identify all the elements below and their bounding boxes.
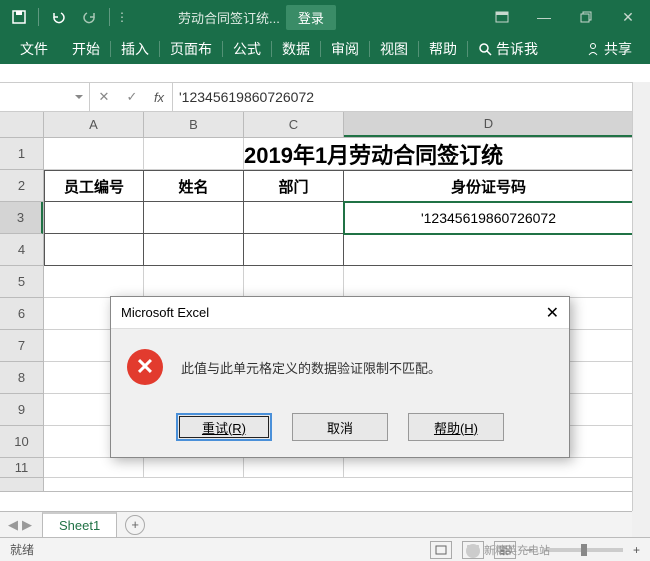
row-header[interactable]: 2 [0, 170, 43, 202]
cell[interactable] [144, 234, 244, 266]
row-header[interactable]: 10 [0, 426, 43, 458]
dialog-title: Microsoft Excel [121, 305, 209, 320]
dialog-message: 此值与此单元格定义的数据验证限制不匹配。 [181, 358, 441, 377]
cell[interactable] [144, 138, 244, 170]
cancel-button[interactable]: 取消 [292, 413, 388, 441]
row-header[interactable]: 5 [0, 266, 43, 298]
dialog-titlebar[interactable]: Microsoft Excel ✕ [111, 297, 569, 329]
add-sheet-button[interactable]: + [125, 515, 145, 535]
select-all-corner[interactable] [0, 112, 44, 138]
tab-insert[interactable]: 插入 [111, 34, 159, 64]
titlebar: ⋮ 劳动合同签订统... 登录 — ✕ [0, 0, 650, 34]
row-header[interactable]: 3 [0, 202, 43, 234]
cell[interactable] [44, 234, 144, 266]
header-cell[interactable]: 员工编号 [44, 171, 144, 202]
tab-review[interactable]: 审阅 [321, 34, 369, 64]
help-button[interactable]: 帮助(H) [408, 413, 504, 441]
formula-bar: ✕ ✓ fx '12345619860726072 [0, 82, 650, 112]
header-cell[interactable]: 身份证号码 [344, 171, 634, 202]
cell[interactable] [144, 266, 244, 298]
cell[interactable] [44, 138, 144, 170]
close-button[interactable]: ✕ [610, 3, 646, 31]
cell[interactable] [244, 266, 344, 298]
tab-data[interactable]: 数据 [272, 34, 320, 64]
quick-access-toolbar: ⋮ [4, 3, 130, 31]
share-label: 共享 [604, 39, 632, 59]
col-header-c[interactable]: C [244, 112, 344, 137]
cell[interactable] [344, 458, 634, 478]
status-bar: 就绪 − + [0, 537, 650, 561]
horizontal-scrollbar[interactable] [632, 511, 650, 537]
error-icon: ✕ [127, 349, 163, 385]
share-button[interactable]: 共享 [574, 34, 644, 64]
col-header-a[interactable]: A [44, 112, 144, 137]
qat-customize[interactable]: ⋮ [114, 3, 130, 31]
fx-icon[interactable]: fx [146, 83, 172, 111]
zoom-slider[interactable] [543, 548, 623, 552]
cell[interactable] [44, 202, 144, 234]
header-cell[interactable]: 部门 [244, 171, 344, 202]
tab-file[interactable]: 文件 [6, 34, 62, 64]
col-header-b[interactable]: B [144, 112, 244, 137]
cancel-formula-button[interactable]: ✕ [90, 83, 118, 111]
watermark-icon [466, 544, 480, 558]
tab-layout[interactable]: 页面布 [160, 34, 222, 64]
redo-button[interactable] [75, 3, 105, 31]
save-button[interactable] [4, 3, 34, 31]
tab-formulas[interactable]: 公式 [223, 34, 271, 64]
retry-button[interactable]: 重试(R) [176, 413, 272, 441]
ribbon-display-options[interactable] [484, 3, 520, 31]
column-headers: A B C D [44, 112, 650, 138]
cell[interactable] [344, 234, 634, 266]
vertical-scrollbar[interactable] [632, 82, 650, 511]
enter-formula-button[interactable]: ✓ [118, 83, 146, 111]
dialog-close-button[interactable]: ✕ [546, 303, 559, 323]
tab-help[interactable]: 帮助 [419, 34, 467, 64]
tab-view[interactable]: 视图 [370, 34, 418, 64]
sheet-tabs-bar: ◀▶ Sheet1 + [0, 511, 632, 537]
cell[interactable] [44, 458, 144, 478]
document-title: 劳动合同签订统... [178, 8, 280, 27]
row-header[interactable]: 9 [0, 394, 43, 426]
minimize-button[interactable]: — [526, 3, 562, 31]
ribbon-tabs: 文件 开始 插入 页面布 公式 数据 审阅 视图 帮助 告诉我 共享 [0, 34, 650, 64]
row-header[interactable]: 7 [0, 330, 43, 362]
tab-home[interactable]: 开始 [62, 34, 110, 64]
login-button[interactable]: 登录 [286, 5, 336, 30]
cell[interactable] [244, 234, 344, 266]
row-header[interactable]: 4 [0, 234, 43, 266]
view-normal-button[interactable] [430, 541, 452, 559]
validation-error-dialog: Microsoft Excel ✕ ✕ 此值与此单元格定义的数据验证限制不匹配。… [110, 296, 570, 458]
cell[interactable] [244, 458, 344, 478]
row-header[interactable]: 11 [0, 458, 43, 478]
sheet-nav[interactable]: ◀▶ [8, 517, 32, 533]
name-box[interactable] [0, 83, 90, 111]
tell-me-label: 告诉我 [496, 39, 538, 59]
cell[interactable] [344, 266, 634, 298]
watermark: 新精英充电站 [466, 542, 550, 558]
sheet-tab-active[interactable]: Sheet1 [42, 512, 117, 537]
zoom-in-button[interactable]: + [633, 543, 640, 557]
cell[interactable] [244, 202, 344, 234]
header-cell[interactable]: 姓名 [144, 171, 244, 202]
undo-button[interactable] [43, 3, 73, 31]
row-header[interactable]: 6 [0, 298, 43, 330]
selected-cell[interactable]: '12345619860726072 [344, 202, 634, 234]
row-header[interactable]: 1 [0, 138, 43, 170]
status-ready: 就绪 [10, 541, 34, 558]
row-headers: 1 2 3 4 5 6 7 8 9 10 11 [0, 138, 44, 491]
restore-button[interactable] [568, 3, 604, 31]
row-header[interactable]: 8 [0, 362, 43, 394]
cell[interactable] [144, 202, 244, 234]
sheet-title-cell[interactable]: 2019年1月劳动合同签订统 [244, 138, 634, 170]
formula-input[interactable]: '12345619860726072 [173, 89, 650, 105]
cell[interactable] [144, 458, 244, 478]
col-header-d[interactable]: D [344, 112, 634, 137]
cell[interactable] [44, 266, 144, 298]
tell-me-search[interactable]: 告诉我 [468, 34, 548, 64]
